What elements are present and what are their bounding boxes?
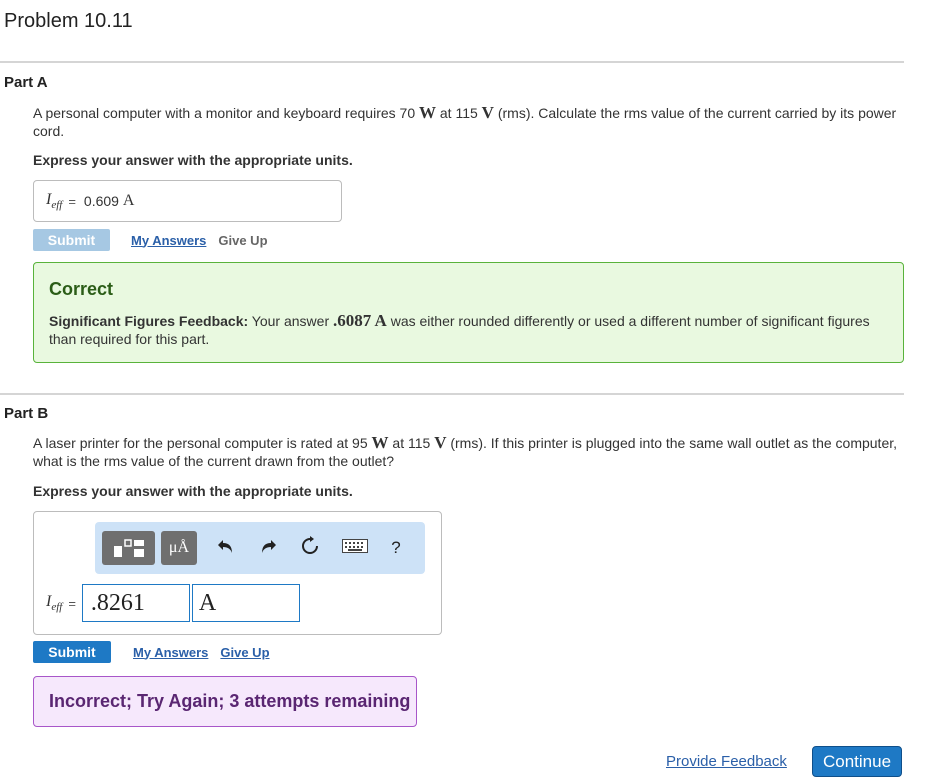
part-a-give-up-link: Give Up	[218, 232, 268, 248]
part-b-answer-box: μÅ ? Ieff = .8261 A	[33, 511, 442, 635]
divider	[0, 393, 904, 395]
correct-title: Correct	[49, 279, 114, 299]
part-a-answer-box: Ieff = 0.609 A	[33, 180, 342, 222]
reset-icon[interactable]	[295, 535, 325, 561]
significant-figures-feedback: Significant Figures Feedback: Your answe…	[49, 311, 870, 348]
part-a-my-answers-link[interactable]: My Answers	[131, 233, 206, 248]
math-toolbar: μÅ ?	[95, 522, 425, 574]
help-icon[interactable]: ?	[381, 538, 411, 558]
part-b-submit-button[interactable]: Submit	[33, 641, 111, 663]
answer-variable: Ieff	[46, 592, 63, 614]
part-b-give-up-link[interactable]: Give Up	[220, 645, 269, 660]
incorrect-feedback: Incorrect; Try Again; 3 attempts remaini…	[33, 676, 417, 727]
part-b-label: Part B	[4, 405, 49, 422]
part-a-buttons: Submit My Answers Give Up	[33, 229, 268, 251]
unit-input[interactable]: A	[191, 584, 300, 622]
part-b-instruction: Express your answer with the appropriate…	[33, 483, 353, 499]
part-a-submit-button[interactable]: Submit	[33, 229, 110, 251]
part-a-instruction: Express your answer with the appropriate…	[33, 152, 353, 168]
part-b-buttons: Submit My Answers Give Up	[33, 641, 270, 663]
redo-icon[interactable]	[253, 538, 283, 559]
undo-icon[interactable]	[211, 538, 241, 559]
part-a-question: A personal computer with a monitor and k…	[33, 103, 897, 140]
value-input[interactable]: .8261	[81, 584, 190, 622]
part-b-question: A laser printer for the personal compute…	[33, 433, 898, 470]
part-b-input-row: Ieff = .8261 A	[46, 584, 300, 622]
provide-feedback-link[interactable]: Provide Feedback	[666, 753, 787, 770]
part-a-answer-value: 0.609	[83, 193, 119, 209]
answer-variable: Ieff	[46, 190, 63, 212]
part-b-my-answers-link[interactable]: My Answers	[133, 645, 208, 660]
correct-feedback: Correct Significant Figures Feedback: Yo…	[33, 262, 904, 363]
divider	[0, 61, 904, 63]
units-button[interactable]: μÅ	[161, 531, 197, 565]
keyboard-icon[interactable]	[339, 538, 371, 558]
part-a-answer-unit: A	[122, 192, 135, 209]
page-title: Problem 10.11	[4, 10, 133, 32]
part-a-label: Part A	[4, 74, 48, 91]
continue-button[interactable]: Continue	[812, 746, 902, 777]
templates-icon[interactable]	[102, 531, 155, 565]
